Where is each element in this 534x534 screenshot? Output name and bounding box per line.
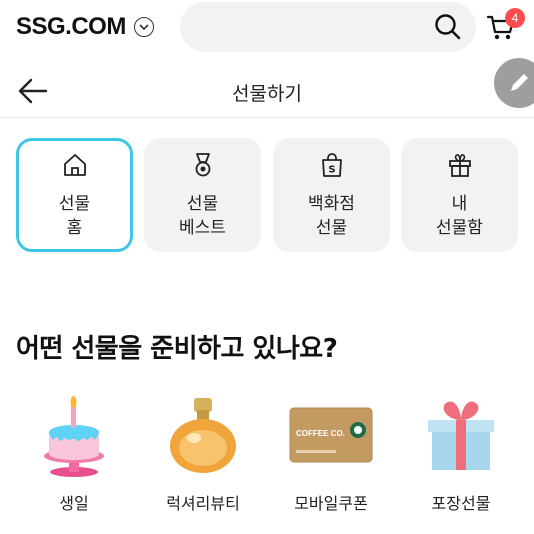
gift-card-icon: COFFEE CO. bbox=[289, 407, 373, 463]
search-icon[interactable] bbox=[434, 13, 462, 41]
pencil-icon bbox=[511, 74, 528, 91]
page-header: 선물하기 bbox=[0, 64, 534, 118]
gift-box-icon bbox=[428, 401, 494, 470]
ssg-logo[interactable]: SSG.COM bbox=[16, 13, 126, 41]
category-luxury-beauty[interactable]: 럭셔리뷰티 bbox=[148, 390, 258, 530]
house-icon bbox=[63, 154, 86, 176]
tab-gift-home[interactable]: 선물 홈 bbox=[16, 138, 133, 252]
tab-my-gift-box[interactable]: 내 선물함 bbox=[401, 138, 518, 252]
tab-label: 내 선물함 bbox=[436, 194, 483, 238]
category-mobile-coupon[interactable]: COFFEE CO. 모바일쿠폰 bbox=[276, 390, 386, 530]
category-label: 포장선물 bbox=[431, 494, 491, 513]
category-wrapped-gift[interactable]: 포장선물 bbox=[406, 390, 516, 530]
perfume-bottle-icon bbox=[170, 398, 236, 473]
tab-department-gift[interactable]: S 백화점 선물 bbox=[273, 138, 390, 252]
gift-icon bbox=[448, 154, 471, 177]
category-birthday[interactable]: 생일 bbox=[19, 390, 129, 530]
category-label: 럭셔리뷰티 bbox=[166, 494, 240, 513]
chevron-down-icon[interactable] bbox=[134, 17, 154, 37]
shopping-bag-icon: S bbox=[321, 153, 342, 177]
category-label: 생일 bbox=[59, 494, 89, 513]
section-title: 어떤 선물을 준비하고 있나요? bbox=[16, 334, 338, 364]
svg-text:S: S bbox=[328, 165, 335, 176]
tab-gift-best[interactable]: 선물 베스트 bbox=[144, 138, 261, 252]
gift-card-brand: COFFEE CO. bbox=[296, 429, 345, 438]
medal-icon bbox=[195, 153, 210, 177]
tab-label: 백화점 선물 bbox=[308, 194, 355, 238]
cart-badge: 4 bbox=[505, 8, 525, 28]
tab-label: 선물 베스트 bbox=[179, 194, 226, 238]
category-label: 모바일쿠폰 bbox=[294, 494, 368, 513]
tab-label: 선물 홈 bbox=[58, 194, 91, 238]
birthday-cake-icon bbox=[44, 396, 104, 477]
page-title: 선물하기 bbox=[232, 83, 302, 105]
search-input[interactable] bbox=[180, 2, 476, 52]
top-bar: SSG.COM 4 bbox=[0, 0, 534, 54]
gift-tabs: 선물 홈 선물 베스트 S 백화점 선물 내 선물함 bbox=[16, 138, 518, 252]
